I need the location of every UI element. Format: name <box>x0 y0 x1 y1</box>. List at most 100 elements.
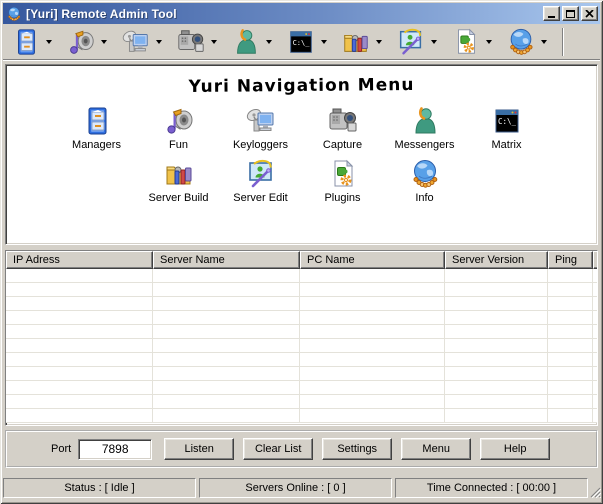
server-list-view: IP Adress Server Name PC Name Server Ver… <box>5 250 598 426</box>
dropdown-arrow-icon[interactable] <box>431 40 437 44</box>
edit-wand-icon <box>396 27 426 57</box>
music-speaker-icon <box>163 105 195 137</box>
dropdown-arrow-icon[interactable] <box>376 40 382 44</box>
column-header-pc-name[interactable]: PC Name <box>300 251 445 269</box>
resize-grip[interactable] <box>589 486 601 498</box>
table-row <box>6 381 597 395</box>
window-title: [Yuri] Remote Admin Tool <box>26 7 541 21</box>
toolbar-button-fun[interactable] <box>65 26 97 58</box>
nav-item-managers[interactable]: Managers <box>56 105 138 151</box>
nav-item-messengers[interactable]: Messengers <box>384 105 466 151</box>
list-grid-line <box>444 269 445 423</box>
column-header-filler <box>593 251 598 269</box>
edit-wand-icon <box>245 158 277 190</box>
toolbar-button-capture[interactable] <box>175 26 207 58</box>
nav-menu-title: Yuri Navigation Menu <box>6 73 597 98</box>
table-row <box>6 367 597 381</box>
nav-item-label: Server Edit <box>233 192 287 204</box>
nav-item-info[interactable]: Info <box>384 158 466 204</box>
clear-list-button[interactable]: Clear List <box>243 438 313 460</box>
port-input[interactable] <box>78 439 152 460</box>
dropdown-arrow-icon[interactable] <box>486 40 492 44</box>
nav-item-keyloggers[interactable]: Keyloggers <box>220 105 302 151</box>
menu-button[interactable]: Menu <box>401 438 471 460</box>
listen-button[interactable]: Listen <box>164 438 234 460</box>
status-section-status: Status : [ Idle ] <box>3 478 196 498</box>
toolbar-button-info[interactable] <box>505 26 537 58</box>
table-row <box>6 325 597 339</box>
toolbar-button-messengers[interactable] <box>230 26 262 58</box>
table-row <box>6 395 597 409</box>
list-header: IP Adress Server Name PC Name Server Ver… <box>6 251 597 269</box>
dropdown-arrow-icon[interactable] <box>266 40 272 44</box>
list-grid-line <box>592 269 593 423</box>
settings-button[interactable]: Settings <box>322 438 392 460</box>
title-bar[interactable]: [Yuri] Remote Admin Tool <box>3 3 600 24</box>
dropdown-arrow-icon[interactable] <box>46 40 52 44</box>
nav-item-matrix[interactable]: Matrix <box>466 105 548 151</box>
file-cabinet-icon <box>11 27 41 57</box>
messenger-person-icon <box>409 105 441 137</box>
toolbar-button-server-edit[interactable] <box>395 26 427 58</box>
table-row <box>6 311 597 325</box>
minimize-icon <box>548 16 555 18</box>
navigation-panel: Yuri Navigation Menu Managers Fun Keylog… <box>5 64 598 245</box>
status-section-time-connected: Time Connected : [ 00:00 ] <box>395 478 588 498</box>
toolbar-button-matrix[interactable] <box>285 26 317 58</box>
toolbar-button-managers[interactable] <box>10 26 42 58</box>
globe-hands-icon <box>409 158 441 190</box>
toolbar-button-plugins[interactable] <box>450 26 482 58</box>
column-header-server-name[interactable]: Server Name <box>153 251 300 269</box>
list-grid-line <box>152 269 153 423</box>
nav-item-label: Matrix <box>492 139 522 151</box>
column-header-ip-adress[interactable]: IP Adress <box>6 251 153 269</box>
dropdown-arrow-icon[interactable] <box>101 40 107 44</box>
nav-item-label: Plugins <box>324 192 360 204</box>
maximize-button[interactable] <box>562 6 579 21</box>
nav-row-2: Server Build Server Edit Plugins Info <box>6 158 597 204</box>
table-row <box>6 269 597 283</box>
nav-item-label: Fun <box>169 139 188 151</box>
dropdown-arrow-icon[interactable] <box>156 40 162 44</box>
music-speaker-icon <box>66 27 96 57</box>
dropdown-arrow-icon[interactable] <box>321 40 327 44</box>
dropdown-arrow-icon[interactable] <box>211 40 217 44</box>
nav-item-plugins[interactable]: Plugins <box>302 158 384 204</box>
column-header-server-version[interactable]: Server Version <box>445 251 548 269</box>
column-header-ping[interactable]: Ping <box>548 251 593 269</box>
table-row <box>6 353 597 367</box>
toolbar-button-keyloggers[interactable] <box>120 26 152 58</box>
nav-item-capture[interactable]: Capture <box>302 105 384 151</box>
list-grid-line <box>547 269 548 423</box>
nav-item-server-build[interactable]: Server Build <box>138 158 220 204</box>
folder-tools-icon <box>163 158 195 190</box>
maximize-icon <box>566 10 575 18</box>
toolbar <box>3 24 600 60</box>
nav-row-1: Managers Fun Keyloggers Capture Messenge… <box>6 105 597 151</box>
minimize-button[interactable] <box>543 6 560 21</box>
nav-item-label: Info <box>415 192 433 204</box>
toolbar-button-server-build[interactable] <box>340 26 372 58</box>
nav-item-fun[interactable]: Fun <box>138 105 220 151</box>
dropdown-arrow-icon[interactable] <box>541 40 547 44</box>
controls-panel: Port Listen Clear List Settings Menu Hel… <box>5 430 598 468</box>
list-body[interactable] <box>6 269 597 423</box>
command-prompt-icon <box>491 105 523 137</box>
nav-item-server-edit[interactable]: Server Edit <box>220 158 302 204</box>
document-gear-icon <box>327 158 359 190</box>
table-row <box>6 339 597 353</box>
app-icon <box>6 6 22 22</box>
close-icon <box>585 10 594 18</box>
nav-item-label: Keyloggers <box>233 139 288 151</box>
satellite-computer-icon <box>245 105 277 137</box>
messenger-person-icon <box>231 27 261 57</box>
status-bar: Status : [ Idle ] Servers Online : [ 0 ]… <box>3 478 600 498</box>
close-button[interactable] <box>581 6 598 21</box>
globe-hands-icon <box>506 27 536 57</box>
nav-item-label: Capture <box>323 139 362 151</box>
help-button[interactable]: Help <box>480 438 550 460</box>
nav-item-label: Managers <box>72 139 121 151</box>
camcorder-icon <box>176 27 206 57</box>
table-row <box>6 283 597 297</box>
table-row <box>6 297 597 311</box>
